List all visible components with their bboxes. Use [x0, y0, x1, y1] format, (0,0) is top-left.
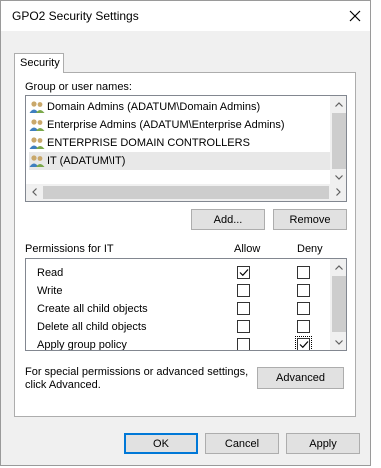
- permission-row-write: Write: [26, 282, 330, 300]
- remove-button-label: Remove: [289, 213, 331, 226]
- permission-row-delete-child: Delete all child objects: [26, 318, 330, 336]
- ok-button-label: OK: [153, 437, 169, 450]
- group-names-label: Group or user names:: [25, 81, 132, 93]
- remove-button[interactable]: Remove: [273, 209, 347, 230]
- group-item-label: Enterprise Admins (ADATUM\Enterprise Adm…: [47, 119, 285, 131]
- group-item-domain-admins[interactable]: Domain Admins (ADATUM\Domain Admins): [29, 98, 331, 116]
- permission-name: Create all child objects: [37, 303, 148, 315]
- scroll-right-button[interactable]: [330, 184, 346, 200]
- scroll-up-button[interactable]: [331, 96, 347, 112]
- cancel-button[interactable]: Cancel: [205, 433, 279, 454]
- allow-create-child-checkbox[interactable]: [237, 302, 250, 315]
- chevron-up-icon: [335, 264, 343, 270]
- group-user-listbox[interactable]: Domain Admins (ADATUM\Domain Admins) Ent…: [25, 95, 347, 202]
- advanced-description: For special permissions or advanced sett…: [25, 366, 249, 391]
- scroll-thumb[interactable]: [332, 276, 346, 332]
- allow-apply-gp-checkbox[interactable]: [237, 338, 250, 350]
- add-button[interactable]: Add...: [191, 209, 265, 230]
- scroll-up-button[interactable]: [331, 259, 346, 275]
- permissions-header: Permissions for IT: [25, 243, 114, 255]
- permission-name: Delete all child objects: [37, 321, 147, 333]
- add-button-label: Add...: [213, 213, 243, 226]
- group-item-label: IT (ADATUM\IT): [47, 155, 126, 167]
- permission-name: Apply group policy: [37, 339, 127, 351]
- group-list-horizontal-scrollbar[interactable]: [26, 184, 346, 201]
- cancel-button-label: Cancel: [224, 437, 260, 450]
- check-icon: [239, 269, 248, 277]
- security-tab-panel: Group or user names: Domain Admins (ADAT…: [14, 72, 356, 417]
- users-group-icon: [29, 101, 45, 113]
- chevron-up-icon: [335, 101, 343, 107]
- close-icon: [349, 10, 361, 22]
- users-group-icon: [29, 155, 45, 167]
- deny-column-header: Deny: [297, 243, 323, 255]
- apply-button-label: Apply: [309, 437, 337, 450]
- deny-create-child-checkbox[interactable]: [297, 302, 310, 315]
- tab-security[interactable]: Security: [14, 53, 64, 73]
- permission-row-apply-gp: Apply group policy: [26, 336, 330, 351]
- tab-security-label: Security: [20, 57, 60, 69]
- group-item-label: ENTERPRISE DOMAIN CONTROLLERS: [47, 137, 250, 149]
- chevron-left-icon: [31, 188, 37, 196]
- apply-button[interactable]: Apply: [286, 433, 360, 454]
- check-icon: [299, 341, 308, 349]
- allow-column-header: Allow: [234, 243, 261, 255]
- deny-write-checkbox[interactable]: [297, 284, 310, 297]
- deny-apply-gp-checkbox[interactable]: [295, 336, 312, 350]
- chevron-down-icon: [335, 174, 343, 180]
- deny-read-checkbox[interactable]: [297, 266, 310, 279]
- security-settings-dialog: GPO2 Security Settings Security Group or…: [0, 0, 371, 466]
- scroll-thumb[interactable]: [332, 113, 346, 169]
- horizontal-scroll-thumb[interactable]: [43, 186, 329, 199]
- permissions-vertical-scrollbar[interactable]: [330, 259, 346, 350]
- permission-name: Write: [37, 285, 63, 297]
- group-item-enterprise-admins[interactable]: Enterprise Admins (ADATUM\Enterprise Adm…: [29, 116, 331, 134]
- advanced-button[interactable]: Advanced: [257, 367, 344, 389]
- allow-delete-child-checkbox[interactable]: [237, 320, 250, 333]
- close-button[interactable]: [340, 1, 370, 31]
- chevron-down-icon: [335, 339, 343, 345]
- window-title: GPO2 Security Settings: [12, 9, 139, 23]
- users-group-icon: [29, 137, 45, 149]
- group-item-label: Domain Admins (ADATUM\Domain Admins): [47, 101, 261, 113]
- advanced-button-label: Advanced: [276, 372, 325, 384]
- chevron-right-icon: [335, 188, 341, 196]
- scroll-down-button[interactable]: [331, 169, 347, 185]
- allow-read-checkbox[interactable]: [237, 266, 250, 279]
- group-list-vertical-scrollbar[interactable]: [330, 96, 346, 185]
- title-bar: GPO2 Security Settings: [1, 1, 370, 31]
- deny-delete-child-checkbox[interactable]: [297, 320, 310, 333]
- scroll-left-button[interactable]: [26, 184, 42, 200]
- permission-name: Read: [37, 267, 64, 279]
- permissions-list: Read Write Create all child objects Dele…: [25, 258, 347, 351]
- group-item-it[interactable]: IT (ADATUM\IT): [29, 152, 331, 170]
- allow-write-checkbox[interactable]: [237, 284, 250, 297]
- users-group-icon: [29, 119, 45, 131]
- scroll-down-button[interactable]: [331, 334, 346, 350]
- permission-row-create-child: Create all child objects: [26, 300, 330, 318]
- permission-row-read: Read: [26, 264, 330, 282]
- ok-button[interactable]: OK: [124, 433, 198, 454]
- group-item-enterprise-dcs[interactable]: ENTERPRISE DOMAIN CONTROLLERS: [29, 134, 331, 152]
